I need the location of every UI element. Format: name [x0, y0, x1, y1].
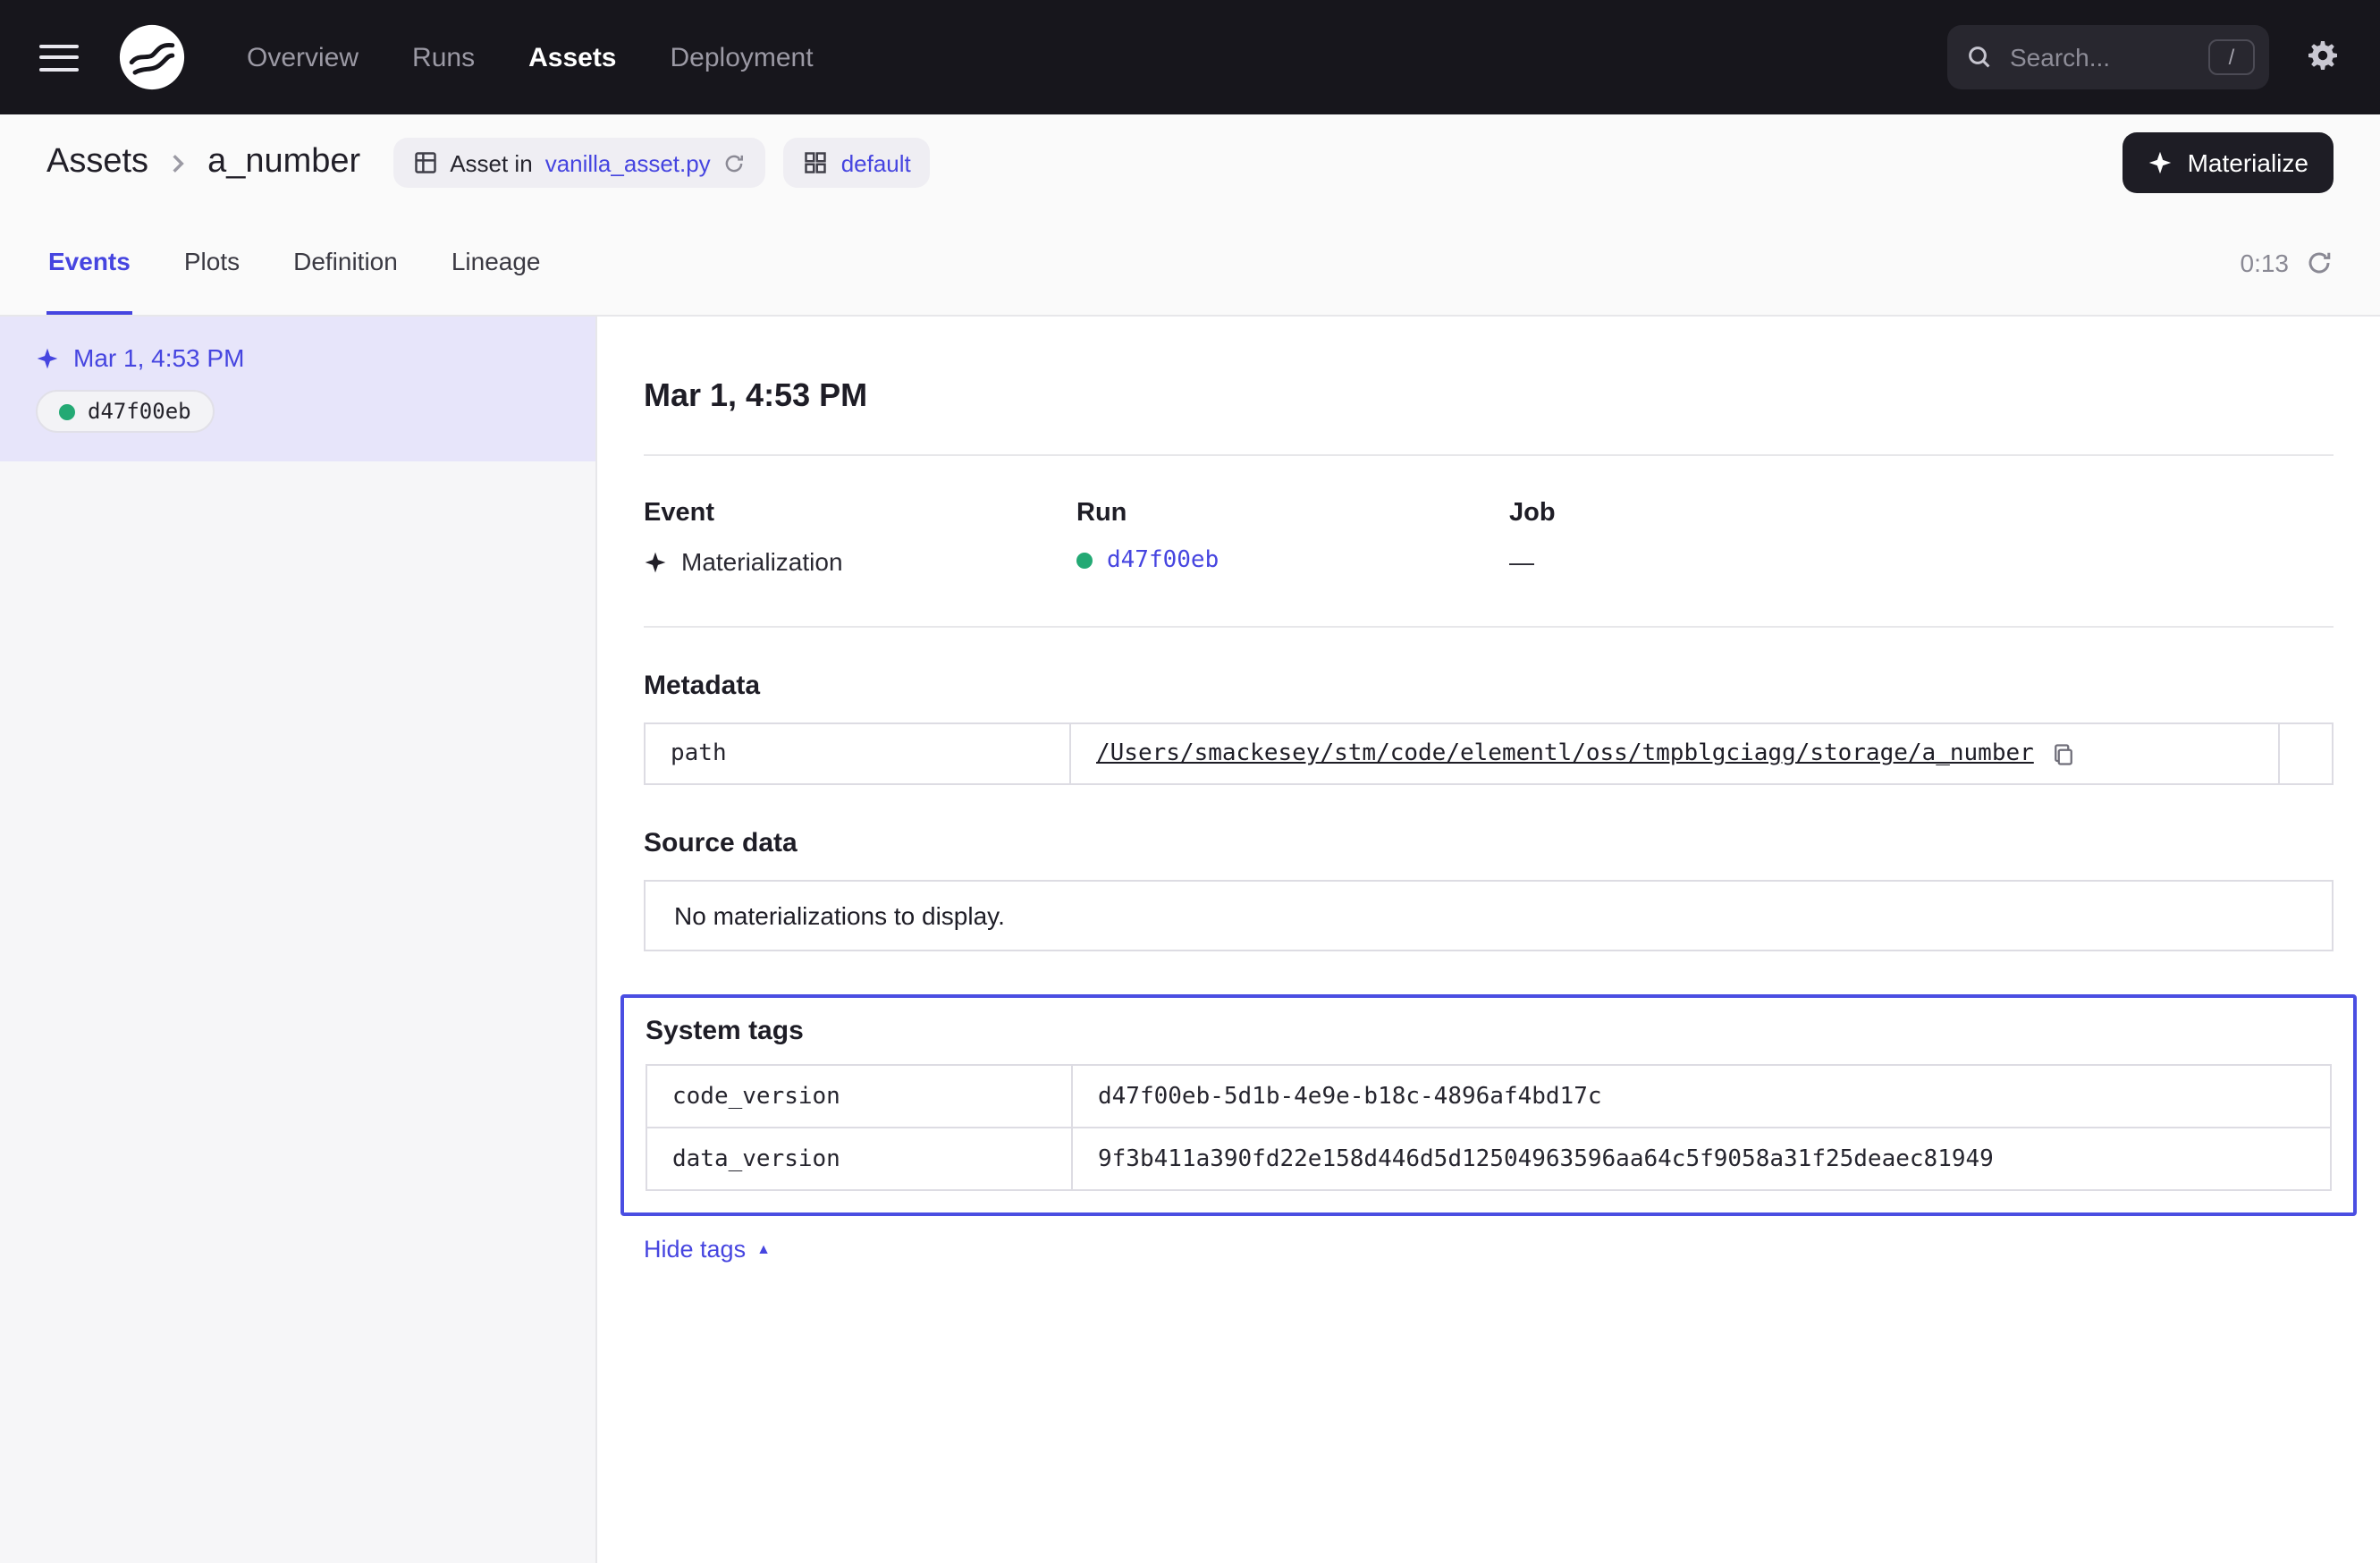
run-status-dot	[59, 403, 75, 419]
search-placeholder: Search...	[2010, 43, 2192, 72]
divider	[644, 454, 2334, 456]
breadcrumb-chevron-icon	[166, 151, 190, 174]
metadata-table: path /Users/smackesey/stm/code/elementl/…	[644, 722, 2334, 785]
gear-icon[interactable]	[2305, 39, 2341, 75]
event-label: Event	[644, 499, 1076, 528]
tag-key-cell: data_version	[646, 1128, 1072, 1190]
metadata-value-cell: /Users/smackesey/stm/code/elementl/oss/t…	[1070, 723, 2279, 784]
event-type-value: Materialization	[681, 547, 843, 576]
tag-key-cell: code_version	[646, 1065, 1072, 1128]
events-sidebar: Mar 1, 4:53 PM d47f00eb	[0, 317, 597, 1563]
run-label: Run	[1076, 499, 1509, 528]
tab-lineage[interactable]: Lineage	[450, 211, 543, 315]
materialize-label: Materialize	[2188, 148, 2308, 177]
event-detail-panel: Mar 1, 4:53 PM Event Materialization Run…	[597, 317, 2380, 1563]
search-input[interactable]: Search... /	[1947, 25, 2269, 89]
event-column: Event Materialization	[644, 499, 1076, 576]
page-header: Assets a_number Asset in vanilla_asset.p…	[0, 114, 2380, 317]
system-tags-section: System tags code_version d47f00eb-5d1b-4…	[620, 994, 2357, 1216]
sparkle-icon	[36, 346, 59, 369]
data-version-value: 9f3b411a390fd22e158d446d5d12504963596aa6…	[1098, 1146, 1994, 1173]
asset-chip-prefix: Asset in	[450, 149, 533, 176]
job-label: Job	[1509, 499, 1942, 528]
asset-definition-chip[interactable]: Asset in vanilla_asset.py	[392, 138, 766, 188]
metadata-key-cell: path	[645, 723, 1070, 784]
hide-tags-link[interactable]: Hide tags ▲	[644, 1236, 771, 1263]
sparkle-icon	[644, 550, 667, 573]
nav-deployment[interactable]: Deployment	[671, 42, 814, 72]
event-summary-columns: Event Materialization Run d47f00eb Job —	[644, 499, 2334, 576]
run-id: d47f00eb	[88, 399, 191, 424]
metadata-heading: Metadata	[644, 671, 2334, 701]
tabs-bar: Events Plots Definition Lineage 0:13	[0, 211, 2380, 315]
table-icon	[412, 150, 437, 175]
main-nav: Overview Runs Assets Deployment	[247, 42, 814, 72]
run-column: Run d47f00eb	[1076, 499, 1509, 576]
sparkle-icon	[2148, 150, 2173, 175]
code-version-value: d47f00eb-5d1b-4e9e-b18c-4896af4bd17c	[1098, 1084, 1602, 1111]
nav-overview[interactable]: Overview	[247, 42, 359, 72]
app-window: Overview Runs Assets Deployment Search..…	[0, 0, 2380, 1563]
asset-file-link[interactable]: vanilla_asset.py	[545, 149, 711, 176]
copy-icon[interactable]	[2052, 741, 2077, 766]
tag-value-cell: 9f3b411a390fd22e158d446d5d12504963596aa6…	[1072, 1128, 2331, 1190]
group-icon	[804, 150, 829, 175]
tab-plots[interactable]: Plots	[182, 211, 241, 315]
tab-definition[interactable]: Definition	[291, 211, 400, 315]
table-row: code_version d47f00eb-5d1b-4e9e-b18c-489…	[646, 1065, 2331, 1128]
metadata-actions-cell	[2279, 723, 2333, 784]
search-shortcut-hint: /	[2208, 39, 2255, 75]
source-data-empty-message: No materializations to display.	[644, 880, 2334, 951]
breadcrumb: Assets a_number Asset in vanilla_asset.p…	[0, 114, 2380, 211]
dagster-logo[interactable]	[118, 23, 186, 91]
nav-runs[interactable]: Runs	[412, 42, 475, 72]
run-link[interactable]: d47f00eb	[1107, 547, 1219, 574]
asset-group-chip[interactable]: default	[784, 138, 931, 188]
tab-events[interactable]: Events	[46, 211, 132, 315]
event-list-item[interactable]: Mar 1, 4:53 PM d47f00eb	[0, 317, 595, 461]
tag-value-cell: d47f00eb-5d1b-4e9e-b18c-4896af4bd17c	[1072, 1065, 2331, 1128]
system-tags-table: code_version d47f00eb-5d1b-4e9e-b18c-489…	[646, 1064, 2332, 1191]
nav-assets[interactable]: Assets	[528, 42, 616, 72]
menu-icon[interactable]	[39, 44, 79, 71]
refresh-timer: 0:13	[2241, 249, 2290, 277]
top-navbar: Overview Runs Assets Deployment Search..…	[0, 0, 2380, 114]
caret-up-icon: ▲	[756, 1242, 771, 1256]
source-data-heading: Source data	[644, 828, 2334, 858]
search-icon	[1965, 43, 1994, 72]
metadata-path-link[interactable]: /Users/smackesey/stm/code/elementl/oss/t…	[1096, 740, 2034, 767]
event-timestamp: Mar 1, 4:53 PM	[73, 343, 244, 372]
system-tags-heading: System tags	[646, 1016, 2332, 1046]
divider	[644, 626, 2334, 628]
reload-icon[interactable]	[723, 151, 747, 174]
table-row: path /Users/smackesey/stm/code/elementl/…	[645, 723, 2333, 784]
materialize-button[interactable]: Materialize	[2123, 132, 2334, 193]
job-value: —	[1509, 547, 1942, 576]
breadcrumb-assets[interactable]: Assets	[46, 143, 148, 182]
page-title: a_number	[207, 143, 360, 182]
group-link[interactable]: default	[841, 149, 911, 176]
hide-tags-label: Hide tags	[644, 1236, 746, 1263]
table-row: data_version 9f3b411a390fd22e158d446d5d1…	[646, 1128, 2331, 1190]
job-column: Job —	[1509, 499, 1942, 576]
run-status-dot	[1076, 553, 1093, 569]
run-chip[interactable]: d47f00eb	[36, 390, 215, 433]
event-title: Mar 1, 4:53 PM	[644, 377, 2334, 415]
refresh-icon[interactable]	[2305, 249, 2334, 277]
